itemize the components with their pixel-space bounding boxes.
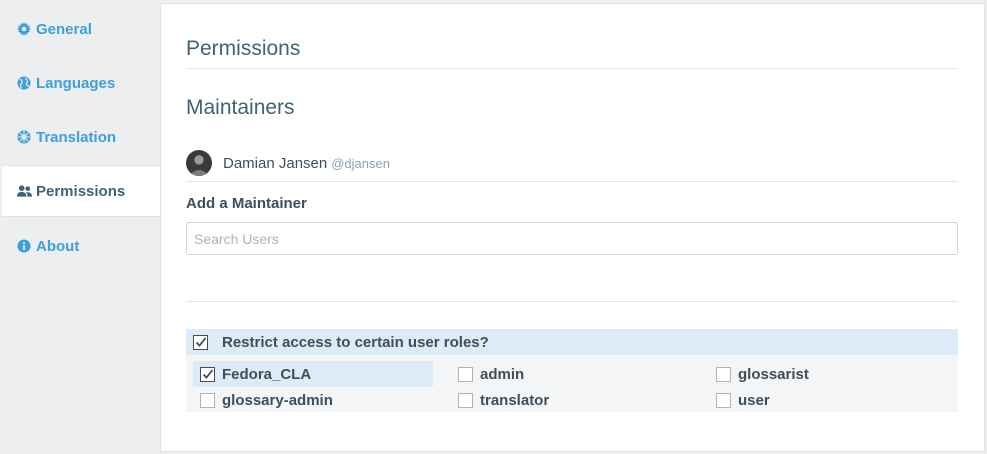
page-title: Permissions (186, 37, 301, 60)
sidebar-item-about[interactable]: About (2, 220, 160, 272)
gear-icon (16, 21, 32, 37)
sidebar: General Languages Translation Permission… (0, 0, 160, 454)
sidebar-item-label: Translation (36, 128, 117, 146)
role-checkbox[interactable] (716, 392, 731, 408)
divider (186, 68, 958, 69)
role-label: glossary-admin (222, 391, 333, 409)
sidebar-item-label: General (36, 20, 92, 38)
roles-list: Fedora_CLA admin glossarist glossary-adm… (186, 355, 958, 412)
sidebar-item-label: Languages (36, 74, 116, 92)
role-user[interactable]: user (709, 387, 949, 413)
globe-icon (16, 75, 32, 91)
checkmark-icon (202, 369, 213, 379)
translate-icon (16, 129, 32, 145)
sidebar-item-permissions[interactable]: Permissions (2, 165, 160, 217)
role-label: glossarist (738, 365, 809, 383)
permissions-panel: Permissions Maintainers Damian Jansen @d… (160, 3, 985, 452)
sidebar-item-label: About (36, 237, 80, 255)
role-fedora-cla[interactable]: Fedora_CLA (193, 361, 433, 387)
role-label: Fedora_CLA (222, 365, 312, 383)
search-users-input[interactable] (186, 222, 958, 255)
sidebar-item-general[interactable]: General (2, 3, 160, 55)
restrict-access-label: Restrict access to certain user roles? (222, 333, 489, 351)
sidebar-item-label: Permissions (36, 182, 126, 200)
role-checkbox[interactable] (458, 392, 473, 408)
sidebar-item-languages[interactable]: Languages (2, 57, 160, 109)
divider (186, 181, 958, 182)
maintainer-name: Damian Jansen (223, 154, 328, 172)
role-checkbox[interactable] (458, 366, 473, 382)
restrict-access-row[interactable]: Restrict access to certain user roles? (186, 329, 958, 355)
divider (186, 301, 958, 302)
role-glossary-admin[interactable]: glossary-admin (193, 387, 433, 413)
info-icon (16, 238, 32, 254)
role-label: translator (480, 391, 550, 409)
checkmark-icon (195, 337, 206, 347)
restrict-access-checkbox[interactable] (193, 334, 208, 350)
role-checkbox[interactable] (200, 366, 215, 382)
maintainer-row: Damian Jansen @djansen (186, 149, 390, 177)
sidebar-item-translation[interactable]: Translation (2, 111, 160, 163)
maintainers-heading: Maintainers (186, 96, 295, 119)
role-checkbox[interactable] (716, 366, 731, 382)
role-label: admin (480, 365, 525, 383)
users-icon (16, 183, 32, 199)
role-admin[interactable]: admin (451, 361, 691, 387)
add-maintainer-label: Add a Maintainer (186, 195, 307, 212)
role-translator[interactable]: translator (451, 387, 691, 413)
avatar (186, 150, 212, 176)
maintainer-handle: @djansen (331, 155, 390, 171)
role-checkbox[interactable] (200, 392, 215, 408)
role-label: user (738, 391, 770, 409)
role-glossarist[interactable]: glossarist (709, 361, 949, 387)
